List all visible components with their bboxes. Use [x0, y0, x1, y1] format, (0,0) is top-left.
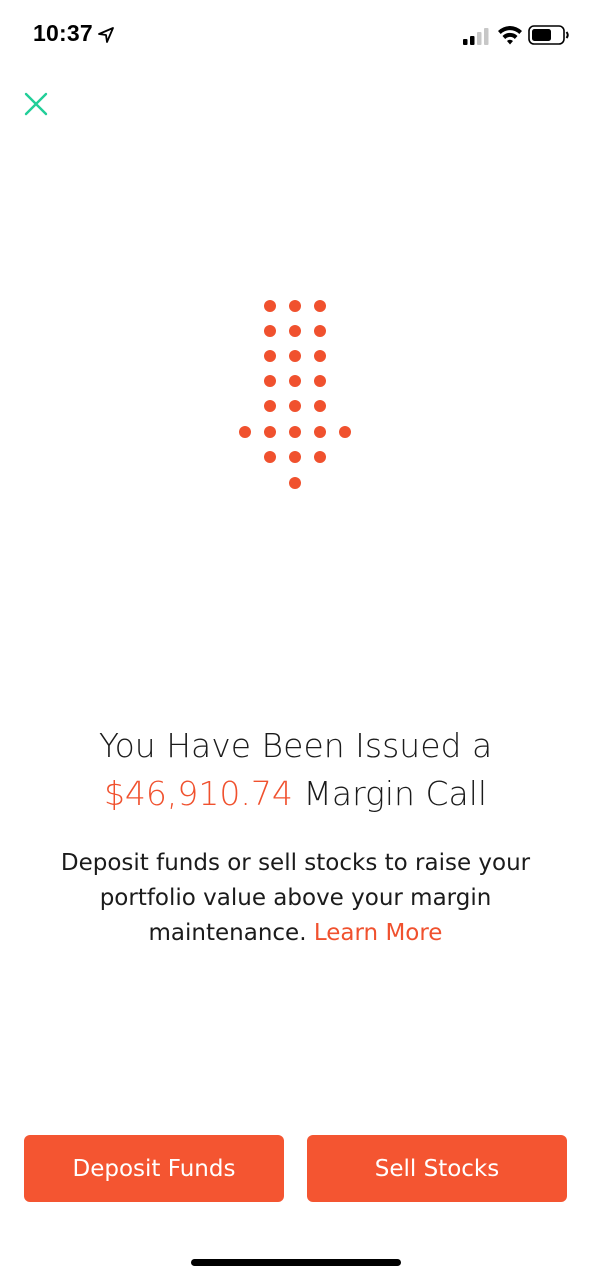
close-icon[interactable]	[20, 88, 52, 120]
wifi-icon	[498, 26, 522, 45]
status-bar: 10:37	[0, 0, 591, 70]
margin-call-headline: You Have Been Issued a $46,910.74 Margin…	[0, 722, 591, 818]
headline-line-1: You Have Been Issued a	[98, 726, 493, 765]
headline-line-2: $46,910.74 Margin Call	[0, 770, 591, 818]
margin-call-screen: 10:37 You Have Been Issued a $46,910.74 …	[0, 0, 591, 1280]
learn-more-link[interactable]: Learn More	[314, 920, 443, 946]
margin-call-description: Deposit funds or sell stocks to raise yo…	[40, 846, 551, 951]
deposit-funds-button[interactable]: Deposit Funds	[24, 1135, 284, 1202]
home-indicator[interactable]	[191, 1259, 401, 1266]
headline-suffix: Margin Call	[292, 774, 488, 813]
description-text: Deposit funds or sell stocks to raise yo…	[60, 850, 531, 946]
status-time: 10:37	[33, 20, 93, 46]
cellular-signal-icon	[463, 28, 489, 45]
sell-stocks-button[interactable]: Sell Stocks	[307, 1135, 567, 1202]
location-arrow-icon	[98, 27, 114, 43]
margin-call-amount: $46,910.74	[103, 774, 293, 813]
battery-icon	[528, 25, 569, 45]
down-arrow-dots-icon	[239, 300, 351, 489]
